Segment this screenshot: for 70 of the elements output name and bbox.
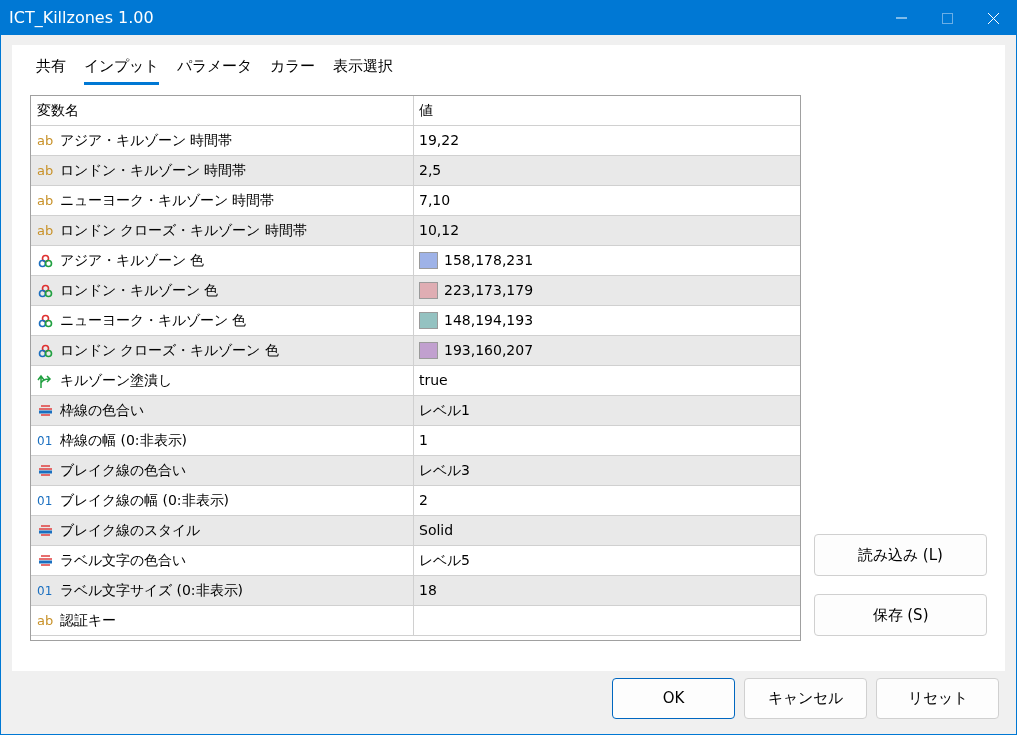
color-swatch[interactable] xyxy=(419,342,438,359)
parameter-value[interactable]: レベル3 xyxy=(419,460,470,481)
type-icon: ab xyxy=(37,614,54,627)
dialog-button[interactable]: OK xyxy=(612,678,735,719)
type-icon: 01 xyxy=(37,584,54,597)
parameter-name: 枠線の幅 (0:非表示) xyxy=(60,431,187,450)
load-button[interactable]: 読み込み (L) xyxy=(814,534,987,576)
parameter-value[interactable]: Solid xyxy=(419,520,454,541)
color-circles-icon xyxy=(37,283,54,298)
parameter-value[interactable]: 193,160,207 xyxy=(444,340,534,361)
parameter-name: アジア・キルゾーン 色 xyxy=(60,251,205,270)
parameter-name: ブレイク線のスタイル xyxy=(60,521,200,540)
parameter-name: ロンドン・キルゾーン 時間帯 xyxy=(60,161,247,180)
parameter-name: ブレイク線の色合い xyxy=(60,461,186,480)
close-icon[interactable] xyxy=(987,12,999,24)
color-circles-icon xyxy=(37,253,54,268)
tab[interactable]: カラー xyxy=(270,49,315,85)
parameter-name: ニューヨーク・キルゾーン 色 xyxy=(60,311,247,330)
type-icon: ab xyxy=(37,224,54,237)
type-icon: ab xyxy=(37,194,54,207)
parameter-name: ニューヨーク・キルゾーン 時間帯 xyxy=(60,191,275,210)
parameter-value[interactable]: 2,5 xyxy=(419,160,442,181)
branch-arrow-icon xyxy=(37,373,54,388)
color-swatch[interactable] xyxy=(419,312,438,329)
type-icon: ab xyxy=(37,134,54,147)
color-swatch[interactable] xyxy=(419,282,438,299)
tab[interactable]: インプット xyxy=(84,49,159,85)
dialog-button[interactable]: リセット xyxy=(876,678,999,719)
dialog-button[interactable]: キャンセル xyxy=(744,678,867,719)
parameter-value[interactable]: 18 xyxy=(419,580,437,601)
minimize-icon[interactable] xyxy=(895,17,907,19)
parameter-value[interactable]: 2 xyxy=(419,490,428,511)
parameter-name: ロンドン クローズ・キルゾーン 色 xyxy=(60,341,279,360)
column-header: 値 xyxy=(419,101,433,120)
parameter-value[interactable]: 158,178,231 xyxy=(444,250,534,271)
parameter-value[interactable]: レベル5 xyxy=(419,550,470,571)
type-icon: 01 xyxy=(37,434,54,447)
color-circles-icon xyxy=(37,313,54,328)
parameter-value[interactable]: true xyxy=(419,370,448,391)
parameter-value[interactable]: 19,22 xyxy=(419,130,460,151)
color-circles-icon xyxy=(37,343,54,358)
tab[interactable]: 表示選択 xyxy=(333,49,393,85)
list-lines-icon xyxy=(37,523,54,538)
parameter-name: ブレイク線の幅 (0:非表示) xyxy=(60,491,229,510)
parameter-name: キルゾーン塗潰し xyxy=(60,371,172,390)
list-lines-icon xyxy=(37,463,54,478)
parameter-name: ロンドン・キルゾーン 色 xyxy=(60,281,219,300)
tab[interactable]: パラメータ xyxy=(177,49,252,85)
parameter-value[interactable]: 223,173,179 xyxy=(444,280,534,301)
parameter-value[interactable]: 10,12 xyxy=(419,220,460,241)
parameter-name: アジア・キルゾーン 時間帯 xyxy=(60,131,233,150)
parameter-name: 枠線の色合い xyxy=(60,401,144,420)
parameter-value[interactable]: 1 xyxy=(419,430,428,451)
parameter-value[interactable]: 148,194,193 xyxy=(444,310,534,331)
color-swatch[interactable] xyxy=(419,252,438,269)
type-icon: ab xyxy=(37,164,54,177)
parameter-value[interactable]: レベル1 xyxy=(419,400,470,421)
parameter-name: ロンドン クローズ・キルゾーン 時間帯 xyxy=(60,221,307,240)
window-title: ICT_Killzones 1.00 xyxy=(9,7,155,29)
column-header: 変数名 xyxy=(37,101,79,120)
list-lines-icon xyxy=(37,553,54,568)
save-button[interactable]: 保存 (S) xyxy=(814,594,987,636)
parameter-value[interactable]: 7,10 xyxy=(419,190,451,211)
parameter-name: 認証キー xyxy=(60,611,116,630)
tab[interactable]: 共有 xyxy=(36,49,66,85)
type-icon: 01 xyxy=(37,494,54,507)
parameter-name: ラベル文字サイズ (0:非表示) xyxy=(60,581,243,600)
parameter-name: ラベル文字の色合い xyxy=(60,551,186,570)
maximize-icon xyxy=(941,12,953,24)
list-lines-icon xyxy=(37,403,54,418)
